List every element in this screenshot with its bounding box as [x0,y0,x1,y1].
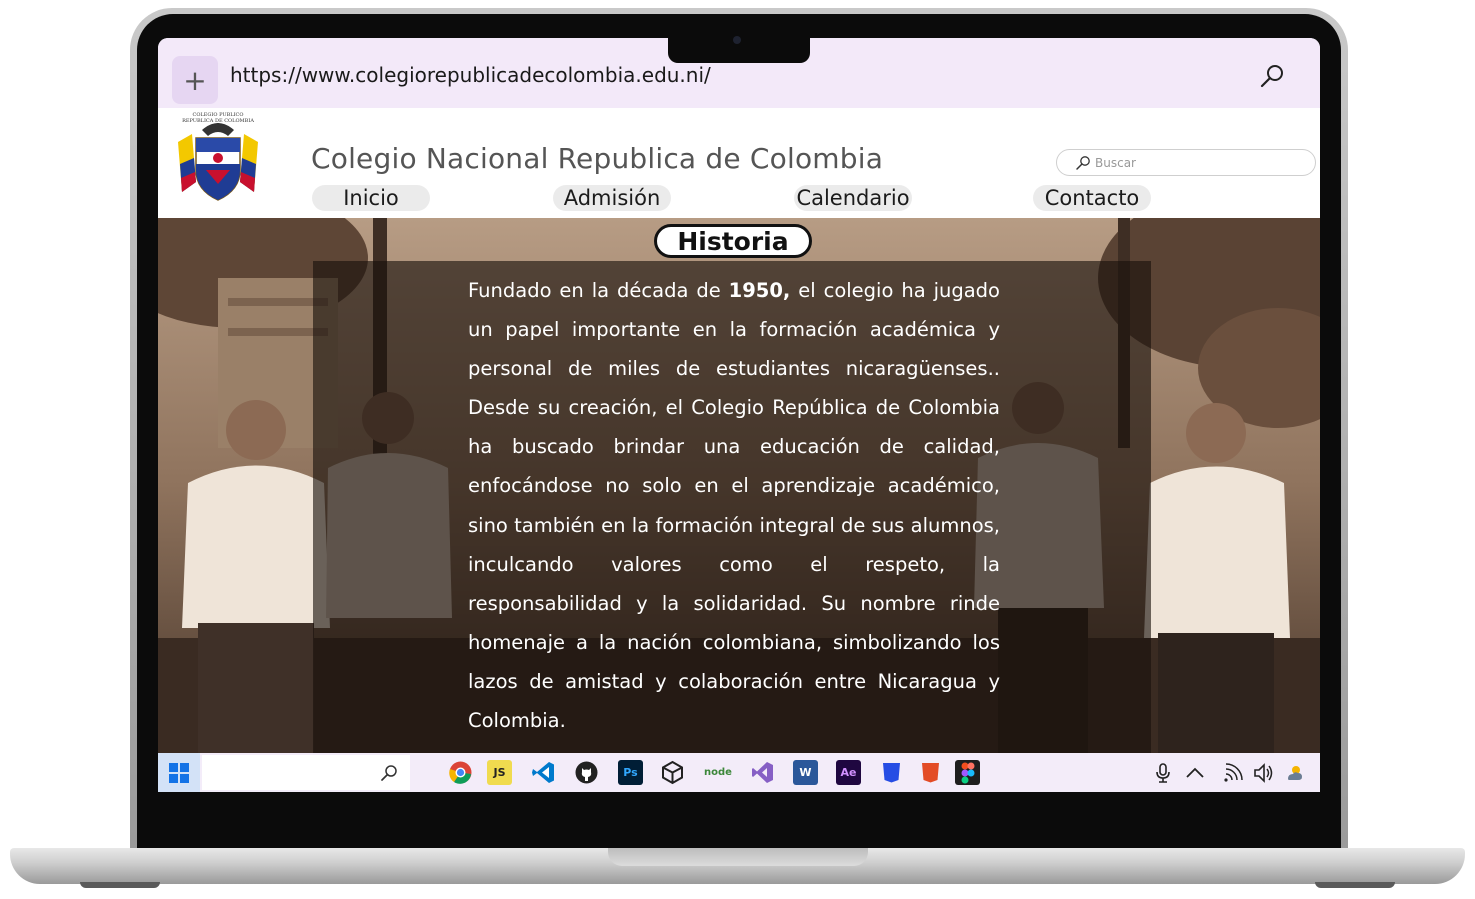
site-title: Colegio Nacional Republica de Colombia [311,142,884,175]
chevron-up-icon[interactable] [1184,762,1206,784]
search-icon [381,765,397,781]
camera-icon [733,36,741,44]
visual-studio-icon[interactable] [750,760,775,785]
volume-icon[interactable] [1252,762,1274,784]
microphone-icon[interactable] [1152,762,1174,784]
photoshop-icon[interactable]: Ps [618,760,643,785]
laptop-foot [80,882,160,888]
laptop-base-notch [608,848,868,866]
url-field[interactable]: https://www.colegiorepublicadecolombia.e… [230,63,711,87]
history-paragraph: Fundado en la década de 1950, el colegio… [468,271,1000,740]
css3-icon[interactable] [879,760,904,785]
search-icon [1076,156,1090,170]
history-heading: Historia [654,224,812,258]
wifi-icon[interactable] [1222,762,1244,784]
unity-icon[interactable] [660,760,685,785]
history-lead: Fundado en la década de [468,279,729,302]
nav-item-contacto[interactable]: Contacto [1033,185,1151,211]
laptop-foot [1315,882,1395,888]
word-icon[interactable]: W [793,760,818,785]
start-button[interactable] [158,753,200,792]
javascript-icon[interactable]: JS [487,760,512,785]
laptop-screen: + https://www.colegiorepublicadecolombia… [158,38,1320,792]
history-year: 1950, [728,279,791,302]
school-logo[interactable]: COLEGIO PUBLICO REPUBLICA DE COLOMBIA [172,112,264,208]
nodejs-icon[interactable]: node [701,760,735,785]
history-section: Historia Fundado en la década de 1950, e… [158,218,1320,753]
windows-icon [169,762,189,783]
search-icon[interactable] [1258,62,1286,90]
taskbar: JS Ps node W Ae [158,753,1320,792]
nav-item-admision[interactable]: Admisión [553,185,671,211]
site-search-box[interactable] [1056,149,1316,176]
html5-icon[interactable] [918,760,943,785]
search-input[interactable] [1093,152,1293,174]
history-body: el colegio ha jugado un papel importante… [468,279,1000,733]
weather-icon[interactable] [1284,762,1306,784]
site-header: COLEGIO PUBLICO REPUBLICA DE COLOMBIA Co… [158,108,1320,218]
nav-item-inicio[interactable]: Inicio [312,185,430,211]
after-effects-icon[interactable]: Ae [836,760,861,785]
vscode-icon[interactable] [531,760,556,785]
taskbar-search-box[interactable] [202,755,410,790]
new-tab-button[interactable]: + [172,56,218,104]
figma-icon[interactable] [955,760,980,785]
coat-of-arms-icon [178,123,258,201]
nav-item-calendario[interactable]: Calendario [794,185,912,211]
github-icon[interactable] [574,760,599,785]
chrome-icon[interactable] [448,760,473,785]
